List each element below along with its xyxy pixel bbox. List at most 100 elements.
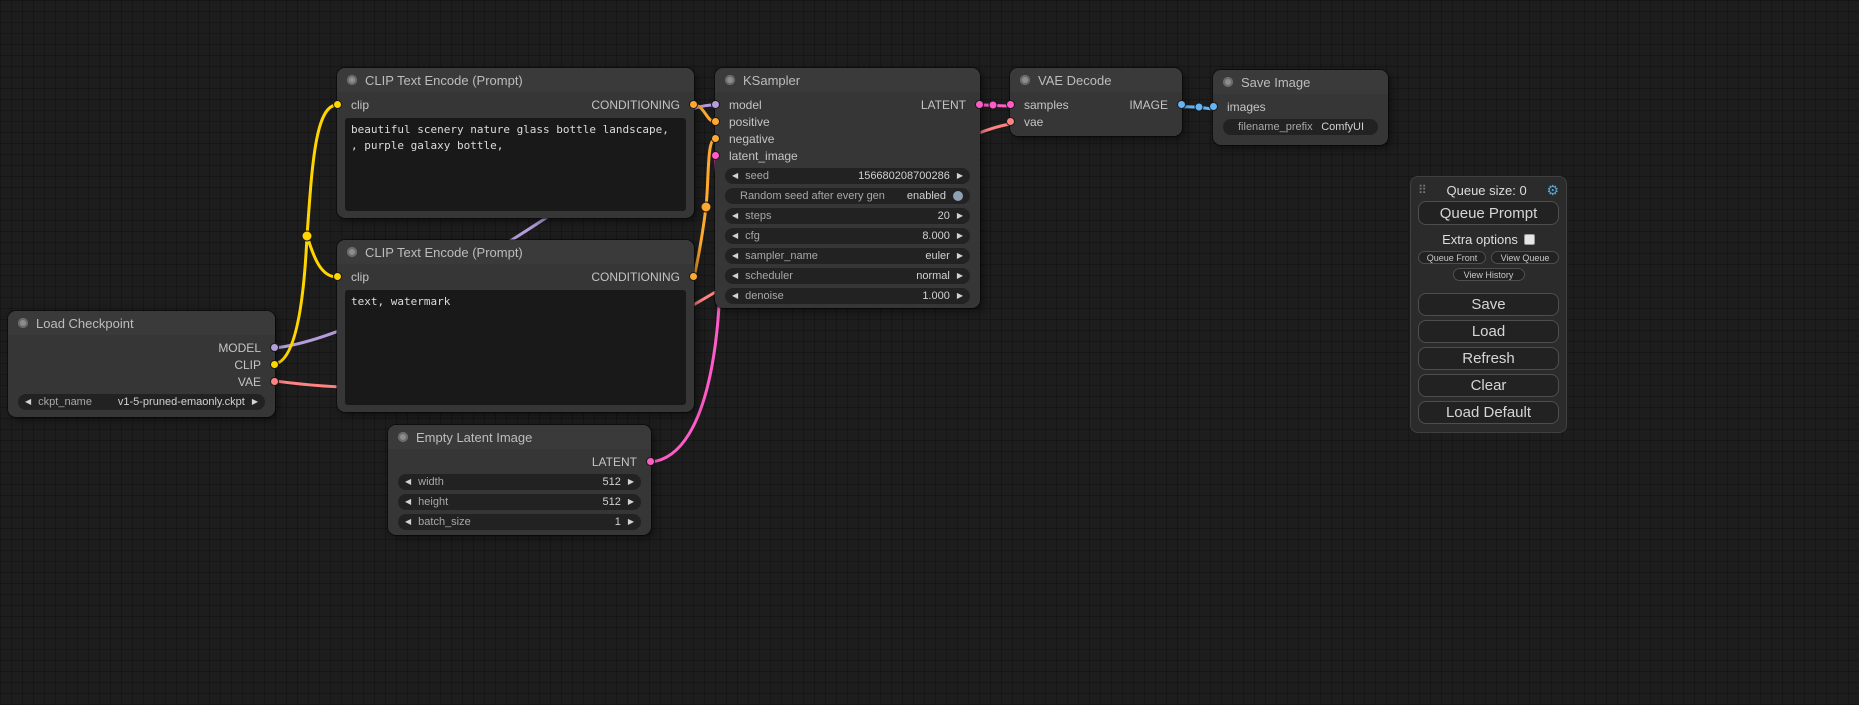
node-clip-text-encode-negative[interactable]: CLIP Text Encode (Prompt) clip CONDITION… bbox=[337, 240, 694, 412]
port-clip-input[interactable] bbox=[333, 272, 342, 281]
view-history-button[interactable]: View History bbox=[1453, 268, 1525, 281]
increment-arrow-icon[interactable]: ▶ bbox=[957, 272, 963, 280]
reroute-dot-latent[interactable] bbox=[989, 101, 997, 109]
clear-button[interactable]: Clear bbox=[1418, 374, 1559, 397]
queue-panel[interactable]: ⠿ Queue size: 0 ⚙ Queue Prompt Extra opt… bbox=[1410, 176, 1567, 433]
queue-front-button[interactable]: Queue Front bbox=[1418, 251, 1486, 264]
widget-seed[interactable]: ◀ seed 156680208700286 ▶ bbox=[725, 168, 970, 184]
node-header[interactable]: Empty Latent Image bbox=[388, 425, 651, 449]
input-slot-vae[interactable]: vae bbox=[1010, 113, 1043, 130]
reroute-dot-image[interactable] bbox=[1195, 103, 1203, 111]
port-positive-input[interactable] bbox=[711, 117, 720, 126]
widget-scheduler[interactable]: ◀ scheduler normal ▶ bbox=[725, 268, 970, 284]
collapse-dot-icon[interactable] bbox=[725, 75, 735, 85]
widget-ckpt-name[interactable]: ◀ ckpt_name v1-5-pruned-emaonly.ckpt ▶ bbox=[18, 394, 265, 410]
collapse-dot-icon[interactable] bbox=[347, 247, 357, 257]
input-slot-model[interactable]: model bbox=[715, 96, 762, 113]
port-latent-image-input[interactable] bbox=[711, 151, 720, 160]
drag-handle-icon[interactable]: ⠿ bbox=[1418, 183, 1427, 197]
node-vae-decode[interactable]: VAE Decode samples IMAGE vae bbox=[1010, 68, 1182, 136]
decrement-arrow-icon[interactable]: ◀ bbox=[405, 478, 411, 486]
port-image-output[interactable] bbox=[1177, 100, 1186, 109]
widget-random-seed-toggle[interactable]: Random seed after every gen enabled bbox=[725, 188, 970, 204]
increment-arrow-icon[interactable]: ▶ bbox=[957, 172, 963, 180]
input-slot-clip[interactable]: clip bbox=[337, 268, 369, 285]
refresh-button[interactable]: Refresh bbox=[1418, 347, 1559, 370]
output-slot-latent[interactable]: LATENT bbox=[921, 96, 980, 113]
increment-arrow-icon[interactable]: ▶ bbox=[628, 518, 634, 526]
widget-width[interactable]: ◀ width 512 ▶ bbox=[398, 474, 641, 490]
port-vae-input[interactable] bbox=[1006, 117, 1015, 126]
decrement-arrow-icon[interactable]: ◀ bbox=[732, 172, 738, 180]
queue-prompt-button[interactable]: Queue Prompt bbox=[1418, 201, 1559, 225]
view-queue-button[interactable]: View Queue bbox=[1491, 251, 1559, 264]
widget-batch-size[interactable]: ◀ batch_size 1 ▶ bbox=[398, 514, 641, 530]
widget-filename-prefix[interactable]: filename_prefix ComfyUI bbox=[1223, 119, 1378, 135]
collapse-dot-icon[interactable] bbox=[1020, 75, 1030, 85]
output-slot-conditioning[interactable]: CONDITIONING bbox=[591, 268, 694, 285]
input-slot-positive[interactable]: positive bbox=[715, 113, 770, 130]
collapse-dot-icon[interactable] bbox=[347, 75, 357, 85]
node-empty-latent-image[interactable]: Empty Latent Image LATENT ◀ width 512 ▶ … bbox=[388, 425, 651, 535]
node-load-checkpoint[interactable]: Load Checkpoint MODEL CLIP VAE bbox=[8, 311, 275, 417]
port-conditioning-output[interactable] bbox=[689, 272, 698, 281]
increment-arrow-icon[interactable]: ▶ bbox=[957, 292, 963, 300]
increment-arrow-icon[interactable]: ▶ bbox=[628, 498, 634, 506]
node-header[interactable]: CLIP Text Encode (Prompt) bbox=[337, 68, 694, 92]
collapse-dot-icon[interactable] bbox=[18, 318, 28, 328]
node-ksampler[interactable]: KSampler model LATENT positive bbox=[715, 68, 980, 308]
decrement-arrow-icon[interactable]: ◀ bbox=[732, 212, 738, 220]
widget-cfg[interactable]: ◀ cfg 8.000 ▶ bbox=[725, 228, 970, 244]
port-clip-output[interactable] bbox=[270, 360, 279, 369]
node-save-image[interactable]: Save Image images filename_prefix ComfyU… bbox=[1213, 70, 1388, 145]
negative-prompt-textarea[interactable]: text, watermark bbox=[345, 290, 686, 405]
port-samples-input[interactable] bbox=[1006, 100, 1015, 109]
increment-arrow-icon[interactable]: ▶ bbox=[252, 398, 258, 406]
output-slot-image[interactable]: IMAGE bbox=[1129, 96, 1182, 113]
decrement-arrow-icon[interactable]: ◀ bbox=[405, 518, 411, 526]
node-header[interactable]: Save Image bbox=[1213, 70, 1388, 94]
input-slot-latent-image[interactable]: latent_image bbox=[715, 147, 798, 164]
collapse-dot-icon[interactable] bbox=[398, 432, 408, 442]
widget-steps[interactable]: ◀ steps 20 ▶ bbox=[725, 208, 970, 224]
increment-arrow-icon[interactable]: ▶ bbox=[957, 212, 963, 220]
port-model-input[interactable] bbox=[711, 100, 720, 109]
port-latent-output[interactable] bbox=[975, 100, 984, 109]
positive-prompt-textarea[interactable]: beautiful scenery nature glass bottle la… bbox=[345, 118, 686, 211]
decrement-arrow-icon[interactable]: ◀ bbox=[732, 292, 738, 300]
output-slot-vae[interactable]: VAE bbox=[238, 373, 275, 390]
decrement-arrow-icon[interactable]: ◀ bbox=[732, 232, 738, 240]
port-conditioning-output[interactable] bbox=[689, 100, 698, 109]
widget-sampler-name[interactable]: ◀ sampler_name euler ▶ bbox=[725, 248, 970, 264]
settings-gear-icon[interactable]: ⚙ bbox=[1546, 182, 1559, 199]
node-clip-text-encode-positive[interactable]: CLIP Text Encode (Prompt) clip CONDITION… bbox=[337, 68, 694, 218]
collapse-dot-icon[interactable] bbox=[1223, 77, 1233, 87]
widget-denoise[interactable]: ◀ denoise 1.000 ▶ bbox=[725, 288, 970, 304]
input-slot-negative[interactable]: negative bbox=[715, 130, 774, 147]
node-header[interactable]: Load Checkpoint bbox=[8, 311, 275, 335]
load-button[interactable]: Load bbox=[1418, 320, 1559, 343]
save-button[interactable]: Save bbox=[1418, 293, 1559, 316]
decrement-arrow-icon[interactable]: ◀ bbox=[25, 398, 31, 406]
output-slot-conditioning[interactable]: CONDITIONING bbox=[591, 96, 694, 113]
node-header[interactable]: CLIP Text Encode (Prompt) bbox=[337, 240, 694, 264]
output-slot-model[interactable]: MODEL bbox=[218, 339, 275, 356]
widget-height[interactable]: ◀ height 512 ▶ bbox=[398, 494, 641, 510]
port-model-output[interactable] bbox=[270, 343, 279, 352]
node-header[interactable]: VAE Decode bbox=[1010, 68, 1182, 92]
load-default-button[interactable]: Load Default bbox=[1418, 401, 1559, 424]
toggle-indicator-icon[interactable] bbox=[953, 191, 963, 201]
increment-arrow-icon[interactable]: ▶ bbox=[628, 478, 634, 486]
reroute-dot-clip[interactable] bbox=[302, 231, 312, 241]
port-vae-output[interactable] bbox=[270, 377, 279, 386]
input-slot-images[interactable]: images bbox=[1213, 98, 1266, 115]
input-slot-clip[interactable]: clip bbox=[337, 96, 369, 113]
port-clip-input[interactable] bbox=[333, 100, 342, 109]
output-slot-latent[interactable]: LATENT bbox=[592, 453, 651, 470]
port-negative-input[interactable] bbox=[711, 134, 720, 143]
decrement-arrow-icon[interactable]: ◀ bbox=[405, 498, 411, 506]
output-slot-clip[interactable]: CLIP bbox=[234, 356, 275, 373]
increment-arrow-icon[interactable]: ▶ bbox=[957, 252, 963, 260]
extra-options-checkbox[interactable] bbox=[1524, 234, 1535, 245]
input-slot-samples[interactable]: samples bbox=[1010, 96, 1069, 113]
